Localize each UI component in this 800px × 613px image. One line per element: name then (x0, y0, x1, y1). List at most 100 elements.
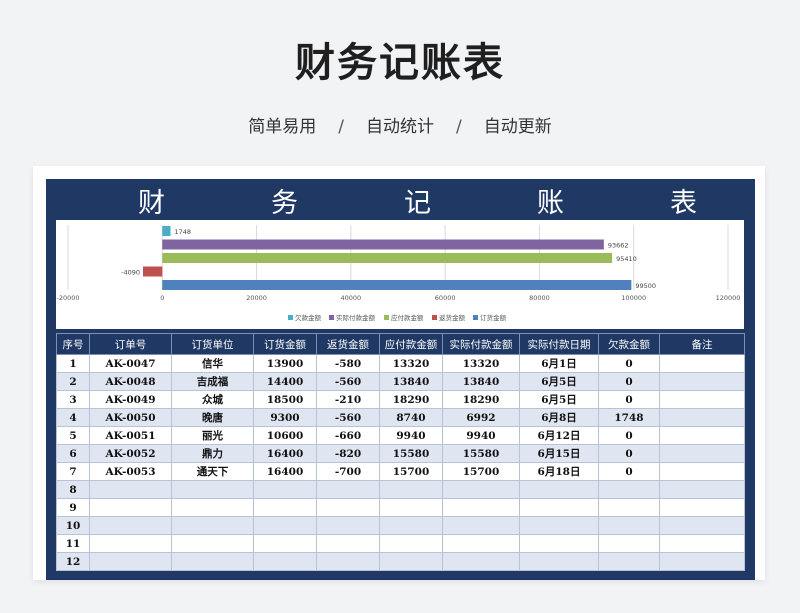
debt-cell[interactable]: 0 (598, 390, 660, 409)
order-number-cell[interactable]: AK-0050 (89, 408, 172, 427)
customer-cell[interactable] (171, 516, 254, 535)
customer-cell[interactable] (171, 552, 254, 571)
paid-date-cell[interactable] (519, 552, 599, 571)
row-index-cell[interactable]: 8 (56, 480, 90, 499)
chart-bar[interactable] (162, 226, 171, 236)
debt-cell[interactable]: 1748 (598, 408, 660, 427)
column-header[interactable]: 实际付款日期 (519, 333, 599, 355)
legend-entry[interactable]: 返货金额 (439, 313, 466, 322)
paid-cell[interactable] (442, 516, 520, 535)
payable-cell[interactable]: 13840 (379, 372, 443, 391)
column-header[interactable]: 返货金额 (316, 333, 380, 355)
payable-cell[interactable]: 9940 (379, 426, 443, 445)
order-number-cell[interactable] (89, 534, 172, 553)
paid-date-cell[interactable]: 6月8日 (519, 408, 599, 427)
order-amount-cell[interactable]: 14400 (253, 372, 317, 391)
row-index-cell[interactable]: 10 (56, 516, 90, 535)
order-number-cell[interactable]: AK-0049 (89, 390, 172, 409)
legend-entry[interactable]: 订货金额 (480, 313, 507, 322)
column-header[interactable]: 订货金额 (253, 333, 317, 355)
order-number-cell[interactable]: AK-0047 (89, 354, 172, 373)
paid-date-cell[interactable]: 6月5日 (519, 372, 599, 391)
paid-date-cell[interactable]: 6月1日 (519, 354, 599, 373)
legend-entry[interactable]: 实际付款金额 (336, 313, 376, 322)
order-amount-cell[interactable]: 16400 (253, 462, 317, 481)
order-number-cell[interactable]: AK-0053 (89, 462, 172, 481)
note-cell[interactable] (659, 462, 745, 481)
debt-cell[interactable] (598, 534, 660, 553)
paid-cell[interactable] (442, 534, 520, 553)
order-amount-cell[interactable]: 9300 (253, 408, 317, 427)
row-index-cell[interactable]: 12 (56, 552, 90, 571)
row-index-cell[interactable]: 1 (56, 354, 90, 373)
row-index-cell[interactable]: 5 (56, 426, 90, 445)
return-amount-cell[interactable]: -560 (316, 408, 380, 427)
paid-date-cell[interactable]: 6月18日 (519, 462, 599, 481)
chart-bar[interactable] (162, 280, 632, 290)
order-number-cell[interactable] (89, 498, 172, 517)
note-cell[interactable] (659, 516, 745, 535)
column-header[interactable]: 应付款金额 (379, 333, 443, 355)
return-amount-cell[interactable]: -820 (316, 444, 380, 463)
return-amount-cell[interactable]: -580 (316, 354, 380, 373)
note-cell[interactable] (659, 408, 745, 427)
debt-cell[interactable]: 0 (598, 426, 660, 445)
payable-cell[interactable]: 13320 (379, 354, 443, 373)
paid-date-cell[interactable] (519, 516, 599, 535)
debt-cell[interactable] (598, 516, 660, 535)
payable-cell[interactable]: 15700 (379, 462, 443, 481)
row-index-cell[interactable]: 9 (56, 498, 90, 517)
paid-cell[interactable]: 6992 (442, 408, 520, 427)
order-amount-cell[interactable]: 16400 (253, 444, 317, 463)
paid-date-cell[interactable]: 6月12日 (519, 426, 599, 445)
row-index-cell[interactable]: 11 (56, 534, 90, 553)
customer-cell[interactable] (171, 534, 254, 553)
debt-cell[interactable] (598, 480, 660, 499)
order-number-cell[interactable]: AK-0048 (89, 372, 172, 391)
column-header[interactable]: 订单号 (89, 333, 172, 355)
return-amount-cell[interactable]: -560 (316, 372, 380, 391)
paid-date-cell[interactable]: 6月15日 (519, 444, 599, 463)
return-amount-cell[interactable] (316, 534, 380, 553)
return-amount-cell[interactable] (316, 480, 380, 499)
paid-date-cell[interactable] (519, 498, 599, 517)
note-cell[interactable] (659, 354, 745, 373)
order-amount-cell[interactable] (253, 480, 317, 499)
customer-cell[interactable]: 晚唐 (171, 408, 254, 427)
note-cell[interactable] (659, 552, 745, 571)
customer-cell[interactable] (171, 498, 254, 517)
customer-cell[interactable]: 丽光 (171, 426, 254, 445)
return-amount-cell[interactable]: -700 (316, 462, 380, 481)
return-amount-cell[interactable] (316, 498, 380, 517)
return-amount-cell[interactable]: -210 (316, 390, 380, 409)
customer-cell[interactable]: 吉成福 (171, 372, 254, 391)
payable-cell[interactable] (379, 516, 443, 535)
order-amount-cell[interactable] (253, 552, 317, 571)
summary-chart[interactable]: 1748 93662 95410 -4090 99500 -20000 0 20000 4000… (56, 220, 744, 329)
note-cell[interactable] (659, 426, 745, 445)
chart-bar[interactable] (162, 239, 604, 250)
note-cell[interactable] (659, 372, 745, 391)
payable-cell[interactable]: 18290 (379, 390, 443, 409)
column-header[interactable]: 订货单位 (171, 333, 254, 355)
customer-cell[interactable]: 通天下 (171, 462, 254, 481)
debt-cell[interactable]: 0 (598, 444, 660, 463)
paid-cell[interactable]: 13320 (442, 354, 520, 373)
column-header[interactable]: 实际付款金额 (442, 333, 520, 355)
note-cell[interactable] (659, 534, 745, 553)
debt-cell[interactable] (598, 498, 660, 517)
return-amount-cell[interactable] (316, 552, 380, 571)
order-number-cell[interactable]: AK-0052 (89, 444, 172, 463)
order-amount-cell[interactable] (253, 516, 317, 535)
paid-cell[interactable] (442, 552, 520, 571)
payable-cell[interactable] (379, 498, 443, 517)
order-amount-cell[interactable] (253, 498, 317, 517)
order-number-cell[interactable]: AK-0051 (89, 426, 172, 445)
debt-cell[interactable] (598, 552, 660, 571)
order-number-cell[interactable] (89, 516, 172, 535)
row-index-cell[interactable]: 3 (56, 390, 90, 409)
payable-cell[interactable] (379, 552, 443, 571)
column-header[interactable]: 备注 (659, 333, 745, 355)
customer-cell[interactable]: 鼎力 (171, 444, 254, 463)
customer-cell[interactable]: 信华 (171, 354, 254, 373)
